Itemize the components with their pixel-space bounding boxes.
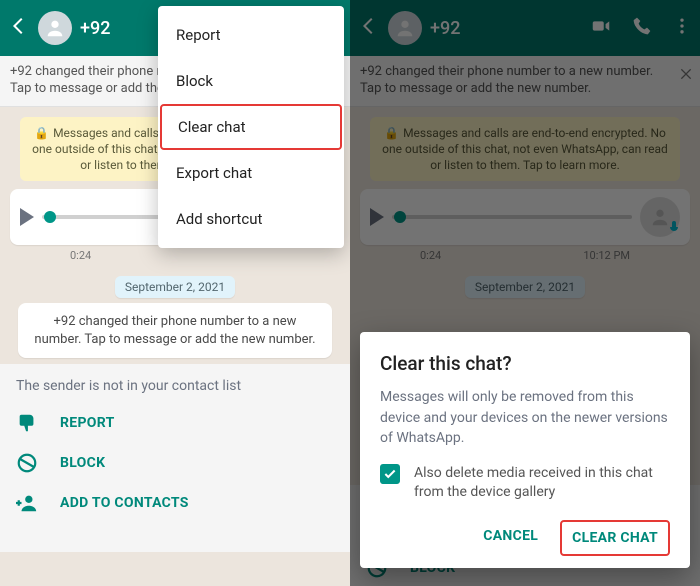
- avatar[interactable]: [38, 11, 72, 45]
- dialog-title: Clear this chat?: [380, 352, 670, 375]
- number-change-bubble[interactable]: +92 changed their phone number to a new …: [18, 303, 332, 358]
- dialog-body: Messages will only be removed from this …: [380, 387, 670, 448]
- dialog-buttons: CANCEL CLEAR CHAT: [380, 520, 670, 556]
- clear-chat-dialog: Clear this chat? Messages will only be r…: [360, 332, 690, 568]
- lock-icon: 🔒: [34, 125, 49, 141]
- thumbs-down-icon: [16, 412, 38, 434]
- block-icon: [16, 452, 38, 474]
- add-contact-icon: [16, 492, 38, 514]
- block-label: BLOCK: [60, 455, 105, 471]
- not-contact-hint: The sender is not in your contact list: [16, 378, 334, 394]
- menu-add-shortcut[interactable]: Add shortcut: [158, 196, 344, 242]
- back-icon[interactable]: [8, 15, 30, 41]
- add-contact-label: ADD TO CONTACTS: [60, 495, 189, 511]
- date-divider: September 2, 2021: [0, 276, 350, 295]
- audio-knob[interactable]: [44, 211, 56, 223]
- clear-chat-button[interactable]: CLEAR CHAT: [560, 520, 670, 556]
- not-in-contacts-panel: The sender is not in your contact list R…: [0, 364, 350, 552]
- screen-right: +92 +92 changed their phone number to a …: [350, 0, 700, 586]
- checkbox-checked-icon[interactable]: [380, 464, 400, 484]
- menu-clear-chat[interactable]: Clear chat: [160, 104, 342, 150]
- screen-left: +92 +92 changed their phone number to a …: [0, 0, 350, 586]
- date-text: September 2, 2021: [115, 276, 235, 298]
- delete-media-checkbox-row[interactable]: Also delete media received in this chat …: [380, 464, 670, 502]
- number-change-text: +92 changed their phone number to a new …: [34, 314, 315, 347]
- voice-duration: 0:24: [70, 249, 91, 262]
- overflow-menu: Report Block Clear chat Export chat Add …: [158, 6, 344, 248]
- cancel-button[interactable]: CANCEL: [473, 520, 548, 556]
- checkbox-label: Also delete media received in this chat …: [414, 464, 670, 502]
- add-contact-button[interactable]: ADD TO CONTACTS: [16, 492, 334, 514]
- report-label: REPORT: [60, 415, 115, 431]
- menu-block[interactable]: Block: [158, 58, 344, 104]
- menu-report[interactable]: Report: [158, 12, 344, 58]
- block-button[interactable]: BLOCK: [16, 452, 334, 474]
- report-button[interactable]: REPORT: [16, 412, 334, 434]
- voice-meta: 0:24: [0, 249, 350, 268]
- menu-export-chat[interactable]: Export chat: [158, 150, 344, 196]
- play-icon[interactable]: [20, 208, 34, 226]
